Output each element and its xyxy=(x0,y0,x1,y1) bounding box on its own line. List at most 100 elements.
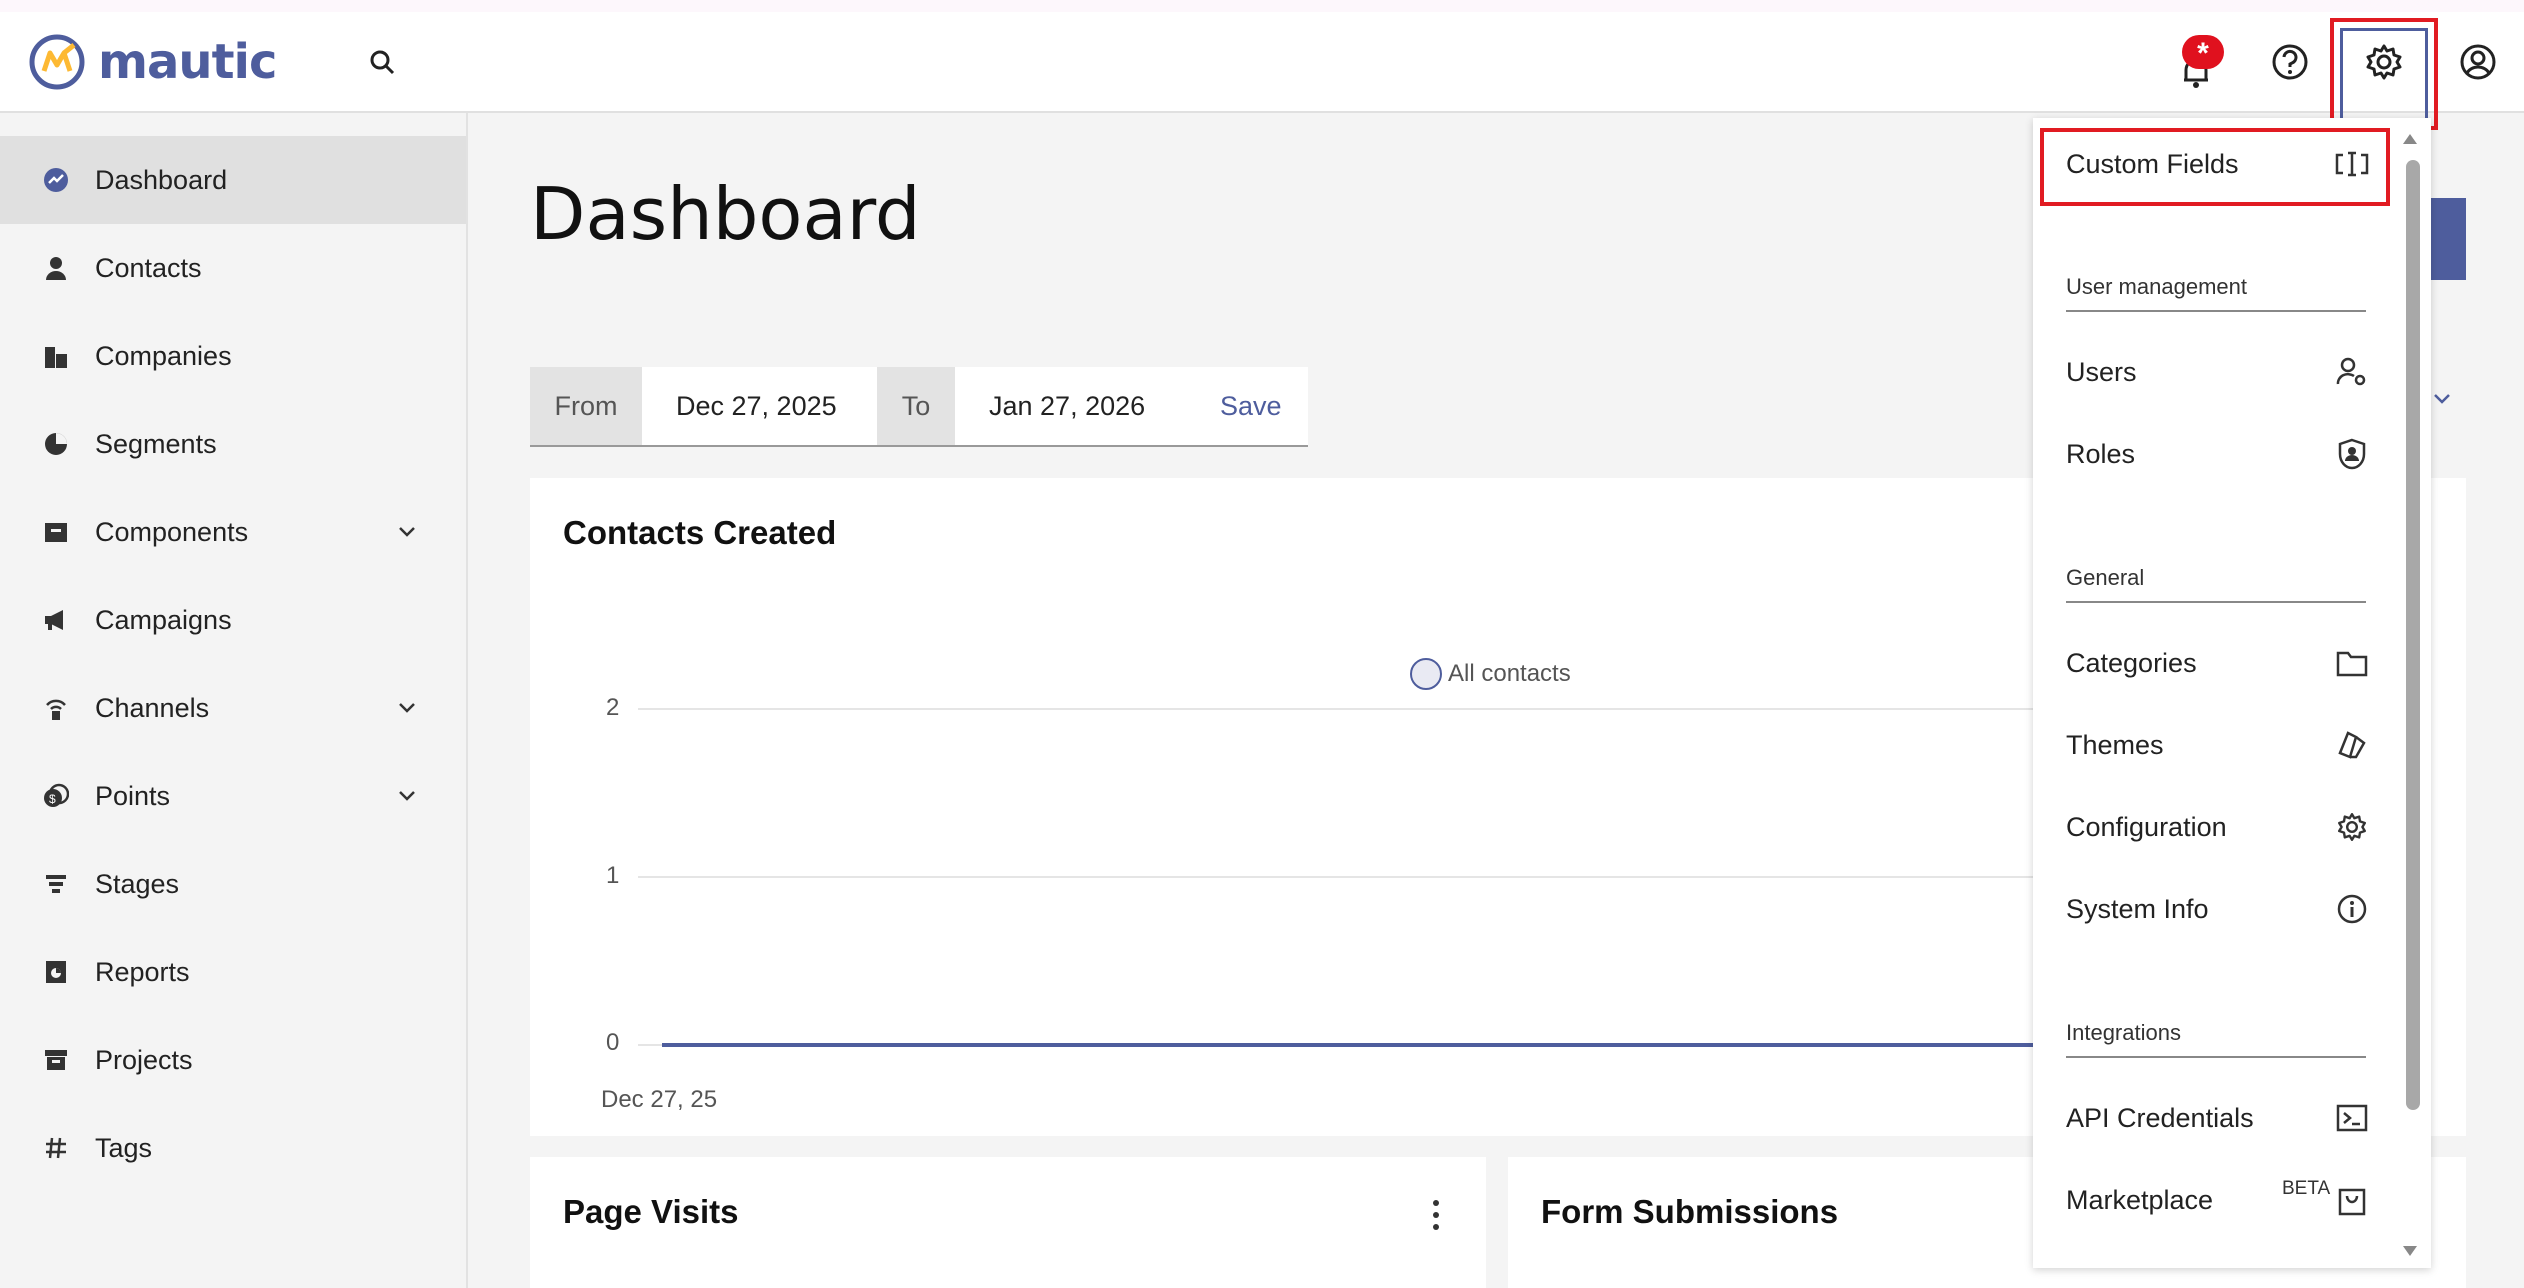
shopping-bag-icon xyxy=(2334,1182,2370,1218)
legend-swatch xyxy=(1410,658,1442,690)
sidebar-item-reports[interactable]: Reports xyxy=(0,928,466,1016)
search-icon xyxy=(370,50,395,75)
menu-item-custom-fields[interactable]: Custom Fields xyxy=(2066,139,2366,189)
menu-item-roles[interactable]: Roles xyxy=(2066,429,2366,479)
sidebar-item-label: Components xyxy=(95,516,249,547)
user-menu-button[interactable] xyxy=(2448,32,2508,92)
menu-item-label: Marketplace xyxy=(2066,1184,2214,1215)
x-tick-label: Dec 27, 25 xyxy=(601,1086,718,1113)
sidebar-item-label: Projects xyxy=(95,1044,193,1075)
to-label: To xyxy=(877,367,955,445)
section-integrations: Integrations xyxy=(2066,1020,2366,1058)
report-icon xyxy=(40,956,72,988)
mautic-logo-icon xyxy=(29,34,85,90)
legend-label: All contacts xyxy=(1448,660,1571,687)
sidebar-item-segments[interactable]: Segments xyxy=(0,400,466,488)
to-date-input[interactable]: Jan 27, 2026 xyxy=(989,367,1189,445)
help-icon xyxy=(2272,44,2308,80)
chart-legend[interactable]: All contacts xyxy=(1410,658,1571,690)
sidebar-item-label: Contacts xyxy=(95,252,202,283)
menu-item-label: Themes xyxy=(2066,729,2164,760)
scroll-down-icon[interactable] xyxy=(2400,1242,2420,1260)
notification-badge: * xyxy=(2182,35,2224,70)
megaphone-icon xyxy=(40,604,72,636)
menu-item-label: API Credentials xyxy=(2066,1102,2254,1133)
pie-icon xyxy=(40,428,72,460)
search-button[interactable] xyxy=(352,32,412,92)
card-title: Form Submissions xyxy=(1541,1193,1839,1230)
card-title: Contacts Created xyxy=(563,514,837,551)
dashboard-icon xyxy=(40,164,72,196)
gear-icon xyxy=(2334,809,2370,845)
y-tick-label: 0 xyxy=(606,1029,620,1056)
text-field-icon xyxy=(2334,146,2370,182)
sidebar-item-channels[interactable]: Channels xyxy=(0,664,466,752)
menu-item-themes[interactable]: Themes xyxy=(2066,720,2366,770)
sidebar-item-companies[interactable]: Companies xyxy=(0,312,466,400)
menu-item-system-info[interactable]: System Info xyxy=(2066,884,2366,934)
mautic-logo[interactable]: mautic xyxy=(28,32,277,92)
dropdown-scroll-thumb[interactable] xyxy=(2406,160,2420,1110)
date-range-filter: From Dec 27, 2025 To Jan 27, 2026 Save xyxy=(530,367,1308,447)
person-icon xyxy=(40,252,72,284)
sidebar-item-stages[interactable]: Stages xyxy=(0,840,466,928)
gear-icon xyxy=(2366,44,2402,80)
save-button[interactable]: Save xyxy=(1220,367,1300,445)
menu-item-label: Configuration xyxy=(2066,811,2227,842)
menu-item-label: Roles xyxy=(2066,438,2136,469)
archive-icon xyxy=(40,1044,72,1076)
sidebar-item-label: Channels xyxy=(95,692,210,723)
page-title: Dashboard xyxy=(530,172,921,256)
sidebar: Dashboard Contacts Companies Segments Co… xyxy=(0,113,468,1288)
menu-item-users[interactable]: Users xyxy=(2066,347,2366,397)
swatch-icon xyxy=(2334,727,2370,763)
gridline xyxy=(638,708,2038,710)
user-gear-icon xyxy=(2334,354,2370,390)
from-date-input[interactable]: Dec 27, 2025 xyxy=(676,367,876,445)
section-user-management: User management xyxy=(2066,274,2366,312)
menu-item-configuration[interactable]: Configuration xyxy=(2066,802,2366,852)
hash-icon xyxy=(40,1132,72,1164)
top-strip xyxy=(0,0,2524,12)
help-button[interactable] xyxy=(2260,32,2320,92)
section-general: General xyxy=(2066,565,2366,603)
user-icon xyxy=(2460,44,2496,80)
card-title: Page Visits xyxy=(563,1193,739,1230)
menu-item-label: System Info xyxy=(2066,893,2209,924)
sidebar-item-dashboard[interactable]: Dashboard xyxy=(0,136,466,224)
top-header: mautic * xyxy=(0,12,2524,130)
series-line-all-contacts xyxy=(662,1043,2042,1047)
chevron-down-icon[interactable] xyxy=(392,517,422,547)
y-tick-label: 1 xyxy=(606,862,620,889)
sidebar-item-label: Points xyxy=(95,780,171,811)
info-icon xyxy=(2334,891,2370,927)
menu-item-api-credentials[interactable]: API Credentials xyxy=(2066,1093,2366,1143)
logo-text: mautic xyxy=(98,34,277,90)
sidebar-item-label: Stages xyxy=(95,868,180,899)
sidebar-item-label: Reports xyxy=(95,956,190,987)
sidebar-item-projects[interactable]: Projects xyxy=(0,1016,466,1104)
chevron-down-icon[interactable] xyxy=(392,781,422,811)
settings-icon-wrap[interactable] xyxy=(2354,32,2414,92)
folder-icon xyxy=(2334,645,2370,681)
funnel-icon xyxy=(40,868,72,900)
sidebar-item-label: Companies xyxy=(95,340,232,371)
scroll-up-icon[interactable] xyxy=(2400,130,2420,148)
sidebar-item-label: Tags xyxy=(95,1132,153,1163)
from-label: From xyxy=(530,367,642,445)
more-options-icon[interactable] xyxy=(1426,1197,1446,1233)
coins-icon: $ xyxy=(40,780,72,812)
sidebar-item-contacts[interactable]: Contacts xyxy=(0,224,466,312)
building-icon xyxy=(40,340,72,372)
svg-text:$: $ xyxy=(49,792,56,806)
chevron-down-icon[interactable] xyxy=(2432,392,2452,411)
shield-user-icon xyxy=(2334,436,2370,472)
chevron-down-icon[interactable] xyxy=(392,693,422,723)
sidebar-item-points[interactable]: $ Points xyxy=(0,752,466,840)
sidebar-item-tags[interactable]: Tags xyxy=(0,1104,466,1192)
sidebar-item-campaigns[interactable]: Campaigns xyxy=(0,576,466,664)
page-visits-card: Page Visits xyxy=(530,1157,1486,1288)
sidebar-item-components[interactable]: Components xyxy=(0,488,466,576)
terminal-icon xyxy=(2334,1100,2370,1136)
menu-item-categories[interactable]: Categories xyxy=(2066,638,2366,688)
